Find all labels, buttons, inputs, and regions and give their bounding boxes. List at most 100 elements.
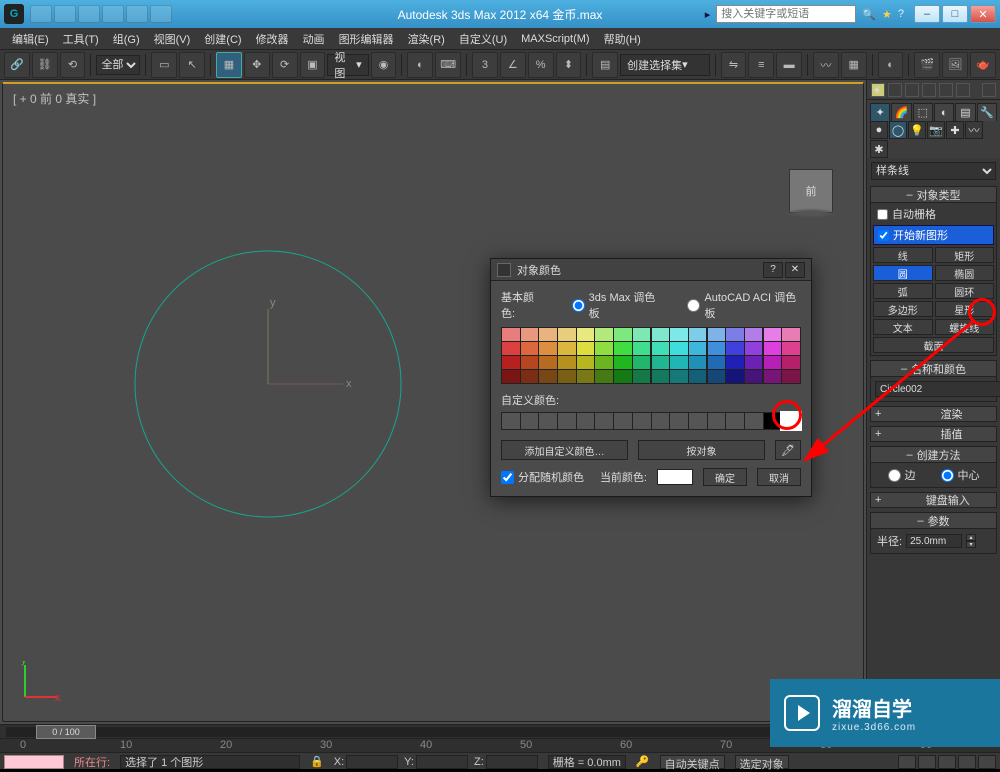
- color-swatch[interactable]: [764, 370, 782, 383]
- color-swatch[interactable]: [558, 328, 576, 341]
- color-swatch[interactable]: [782, 356, 800, 369]
- select-icon[interactable]: ▭: [151, 52, 177, 78]
- donut-button[interactable]: 圆环: [935, 283, 995, 299]
- dialog-help-button[interactable]: ?: [763, 262, 783, 278]
- render-frame-icon[interactable]: 🖼: [942, 52, 968, 78]
- brush-icon[interactable]: [905, 83, 919, 97]
- color-swatch[interactable]: [577, 356, 595, 369]
- ellipse-button[interactable]: 椭圆: [935, 265, 995, 281]
- color-swatch[interactable]: [764, 356, 782, 369]
- color-swatch[interactable]: [670, 328, 688, 341]
- schematic-icon[interactable]: ▦: [841, 52, 867, 78]
- ref-coord-dropdown[interactable]: 视图 ▾: [327, 54, 368, 76]
- category-dropdown[interactable]: 样条线: [871, 162, 996, 180]
- shapes-icon[interactable]: ◯: [889, 121, 907, 139]
- palette1-radio[interactable]: 3ds Max 调色板: [572, 289, 662, 321]
- viewport-label[interactable]: [ + 0 前 0 真实 ]: [13, 90, 96, 107]
- qat-btn[interactable]: [102, 5, 124, 23]
- menu-graph[interactable]: 图形编辑器: [333, 29, 400, 49]
- color-swatch[interactable]: [633, 342, 651, 355]
- color-swatch[interactable]: [708, 356, 726, 369]
- start-new-checkbox[interactable]: 开始新图形: [873, 225, 994, 245]
- color-swatch[interactable]: [764, 328, 782, 341]
- color-swatch[interactable]: [539, 370, 557, 383]
- rollout-header[interactable]: –创建方法: [871, 447, 996, 463]
- section-button[interactable]: 截面: [873, 337, 994, 353]
- systems-icon[interactable]: ✱: [870, 140, 888, 158]
- color-swatch[interactable]: [614, 356, 632, 369]
- color-swatch[interactable]: [745, 328, 763, 341]
- menu-modifier[interactable]: 修改器: [250, 29, 295, 49]
- arc-button[interactable]: 弧: [873, 283, 933, 299]
- menu-custom[interactable]: 自定义(U): [453, 29, 513, 49]
- color-swatch[interactable]: [689, 342, 707, 355]
- rollout-header[interactable]: –对象类型: [871, 187, 996, 203]
- color-swatch[interactable]: [652, 370, 670, 383]
- motion-tab[interactable]: ◐: [934, 103, 954, 121]
- view-cube[interactable]: 前: [789, 169, 833, 213]
- circle-shape[interactable]: y x: [118, 234, 418, 534]
- favorite-icon[interactable]: ★: [882, 8, 892, 21]
- modify-tab[interactable]: 🌈: [891, 103, 911, 121]
- color-swatch[interactable]: [708, 370, 726, 383]
- color-swatch[interactable]: [745, 370, 763, 383]
- palette2-radio[interactable]: AutoCAD ACI 调色板: [687, 289, 801, 321]
- color-swatch[interactable]: [521, 356, 539, 369]
- space-warps-icon[interactable]: 〰: [965, 121, 983, 139]
- color-swatch[interactable]: [670, 356, 688, 369]
- hierarchy-tab[interactable]: ⬚: [913, 103, 933, 121]
- selection-set-dropdown[interactable]: 创建选择集 ▾: [620, 54, 709, 76]
- color-swatch[interactable]: [558, 370, 576, 383]
- star-button[interactable]: 星形: [935, 301, 995, 317]
- circle-button[interactable]: 圆: [873, 265, 933, 281]
- color-swatch[interactable]: [652, 342, 670, 355]
- menu-help[interactable]: 帮助(H): [598, 29, 647, 49]
- color-swatch[interactable]: [614, 328, 632, 341]
- menu-edit[interactable]: 编辑(E): [6, 29, 55, 49]
- color-swatch[interactable]: [670, 370, 688, 383]
- color-swatch[interactable]: [539, 356, 557, 369]
- color-swatch[interactable]: [689, 328, 707, 341]
- menu-render[interactable]: 渲染(R): [402, 29, 451, 49]
- menu-tools[interactable]: 工具(T): [57, 29, 105, 49]
- auto-key-button[interactable]: 自动关键点: [660, 755, 725, 769]
- color-swatch[interactable]: [726, 328, 744, 341]
- qat-btn[interactable]: [78, 5, 100, 23]
- rotate-icon[interactable]: ⟳: [272, 52, 298, 78]
- time-thumb[interactable]: 0 / 100: [36, 725, 96, 739]
- color-swatch[interactable]: [577, 342, 595, 355]
- line-button[interactable]: 线: [873, 247, 933, 263]
- search-input[interactable]: [716, 5, 856, 23]
- color-swatch[interactable]: [577, 328, 595, 341]
- color-swatch[interactable]: [502, 328, 520, 341]
- text-button[interactable]: 文本: [873, 319, 933, 335]
- snap-icon[interactable]: 3: [472, 52, 498, 78]
- color-swatch[interactable]: [614, 342, 632, 355]
- spinner-snap-icon[interactable]: ⬍: [556, 52, 582, 78]
- color-swatch[interactable]: [521, 342, 539, 355]
- color-swatch[interactable]: [708, 328, 726, 341]
- color-swatch[interactable]: [595, 328, 613, 341]
- percent-snap-icon[interactable]: %: [528, 52, 554, 78]
- color-swatch[interactable]: [595, 370, 613, 383]
- ngon-button[interactable]: 多边形: [873, 301, 933, 317]
- qat-btn[interactable]: [150, 5, 172, 23]
- auto-grid-checkbox[interactable]: 自动栅格: [873, 205, 994, 223]
- cursor-icon[interactable]: ↖: [179, 52, 205, 78]
- qat-btn[interactable]: [54, 5, 76, 23]
- sel-set-button[interactable]: 选定对象: [735, 755, 789, 769]
- interp-rollout-header[interactable]: +插值: [870, 426, 997, 442]
- wrench-icon[interactable]: [888, 83, 902, 97]
- color-swatch[interactable]: [521, 370, 539, 383]
- color-swatch[interactable]: [521, 328, 539, 341]
- rect-button[interactable]: 矩形: [935, 247, 995, 263]
- bind-icon[interactable]: ⟲: [60, 52, 86, 78]
- color-swatch[interactable]: [614, 370, 632, 383]
- rollout-header[interactable]: –名称和颜色: [871, 361, 996, 377]
- material-icon[interactable]: ◐: [878, 52, 904, 78]
- color-swatch[interactable]: [577, 370, 595, 383]
- color-swatch[interactable]: [745, 356, 763, 369]
- display-tab[interactable]: ▤: [955, 103, 975, 121]
- lights-icon[interactable]: 💡: [908, 121, 926, 139]
- radius-input[interactable]: [906, 534, 962, 548]
